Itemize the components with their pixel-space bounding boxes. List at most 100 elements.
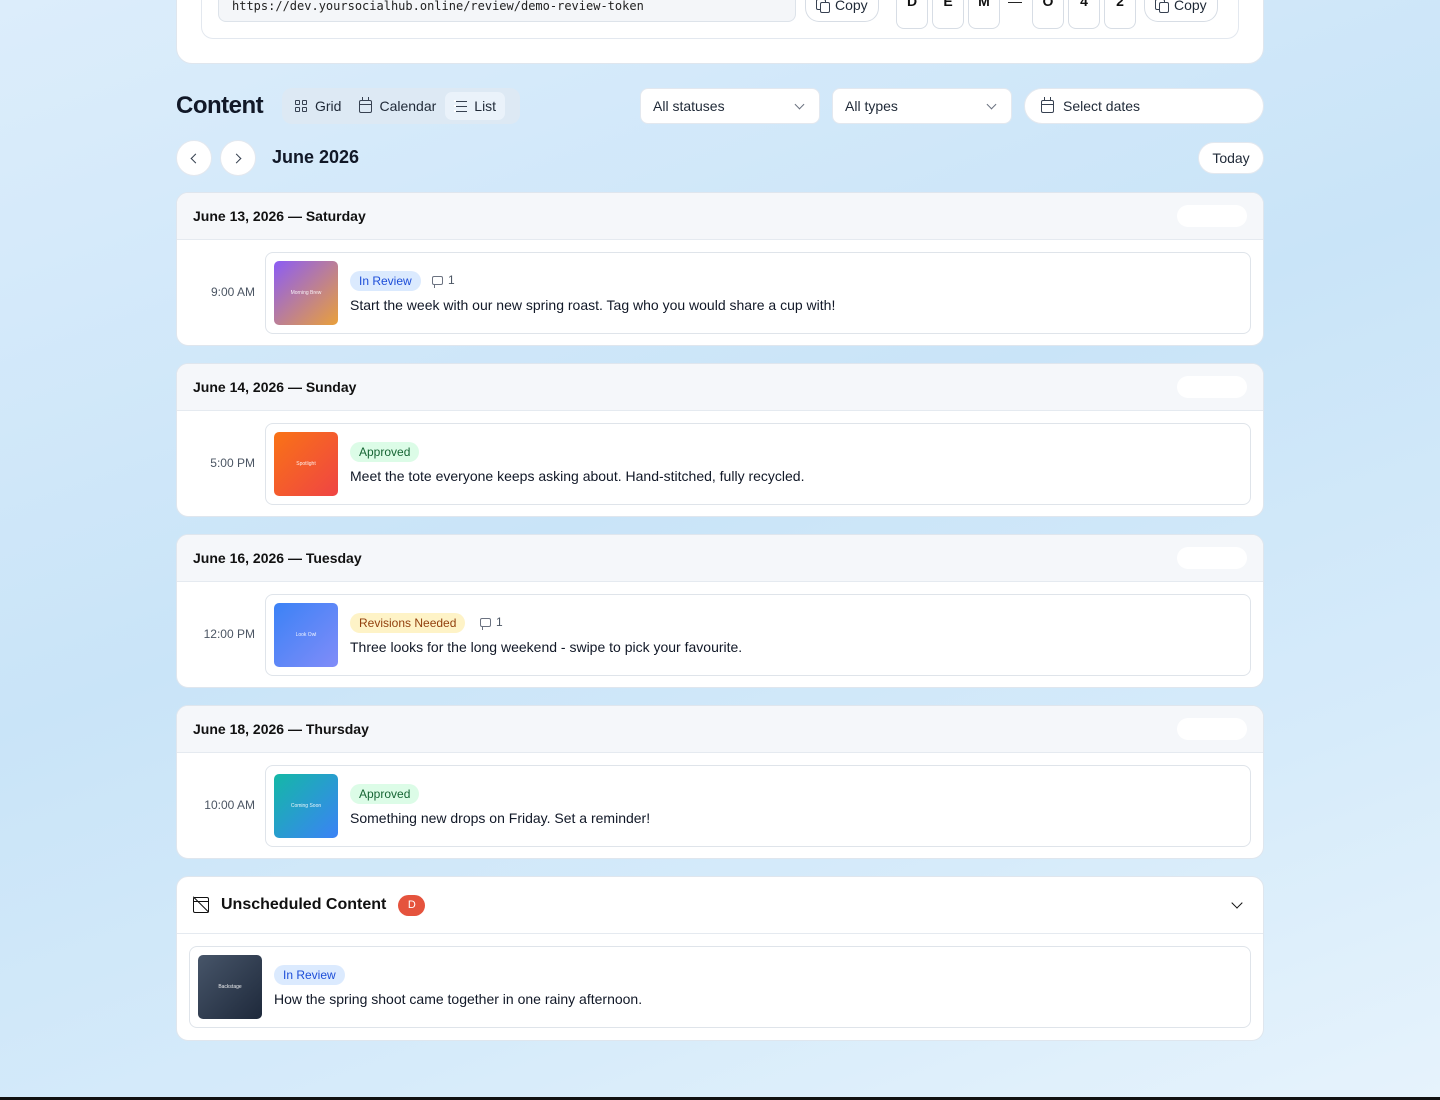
- view-grid-label: Grid: [315, 98, 342, 114]
- post-row: 9:00 AM Morning Brew In Review 1 Start t…: [177, 240, 1263, 345]
- code-char-1: D: [896, 0, 928, 29]
- calendar-off-icon: [193, 897, 209, 913]
- comment-count: 1: [480, 615, 503, 630]
- post-caption: Something new drops on Friday. Set a rem…: [350, 810, 651, 826]
- copy-code-label: Copy: [1174, 0, 1207, 13]
- view-list-button[interactable]: List: [445, 92, 506, 120]
- day-header: June 13, 2026 — Saturday: [177, 193, 1263, 240]
- unscheduled-count-badge: D: [398, 894, 426, 916]
- status-filter-select[interactable]: All statuses: [640, 88, 820, 124]
- day-group: June 14, 2026 — Sunday 5:00 PM Spotlight…: [176, 363, 1264, 517]
- post-row: 12:00 PM Look Owl Revisions Needed 1 Thr…: [177, 582, 1263, 687]
- post-row: 5:00 PM Spotlight Approved Meet the tote…: [177, 411, 1263, 516]
- post-thumbnail: Coming Soon: [274, 774, 338, 838]
- date-range-picker[interactable]: Select dates: [1024, 88, 1264, 124]
- post-caption: Three looks for the long weekend - swipe…: [350, 639, 743, 655]
- comment-icon: [432, 275, 443, 288]
- calendar-icon: [359, 96, 373, 113]
- share-url-field[interactable]: https://dev.yoursocialhub.online/review/…: [218, 0, 796, 22]
- day-title: June 18, 2026 — Thursday: [193, 721, 369, 737]
- thumbnail-label: Look Owl: [295, 632, 317, 638]
- comment-icon: [480, 617, 491, 630]
- thumbnail-label: Morning Brew: [290, 290, 322, 296]
- type-filter-value: All types: [845, 98, 898, 114]
- copy-url-button[interactable]: Copy: [805, 0, 879, 22]
- unscheduled-section: Unscheduled Content D Backstage In Revie…: [176, 876, 1264, 1041]
- post-caption: How the spring shoot came together in on…: [274, 991, 643, 1007]
- post-thumbnail: Spotlight: [274, 432, 338, 496]
- day-header: June 16, 2026 — Tuesday: [177, 535, 1263, 582]
- post-thumbnail: Backstage: [198, 955, 262, 1019]
- chevron-down-icon: [794, 99, 805, 109]
- view-switcher: Grid Calendar List: [282, 88, 520, 124]
- post-card[interactable]: Backstage In Review How the spring shoot…: [189, 946, 1251, 1028]
- grid-icon: [295, 99, 308, 113]
- post-caption: Start the week with our new spring roast…: [350, 297, 836, 313]
- day-summary-pill: [1177, 547, 1247, 569]
- post-card[interactable]: Morning Brew In Review 1 Start the week …: [265, 252, 1251, 334]
- post-card[interactable]: Spotlight Approved Meet the tote everyon…: [265, 423, 1251, 505]
- status-badge: Approved: [350, 442, 420, 462]
- post-row: 10:00 AM Coming Soon Approved Something …: [177, 753, 1263, 858]
- day-summary-pill: [1177, 205, 1247, 227]
- unscheduled-header[interactable]: Unscheduled Content D: [177, 877, 1263, 934]
- code-char-5: 4: [1068, 0, 1100, 29]
- current-month: June 2026: [272, 147, 360, 167]
- comment-count: 1: [432, 273, 455, 288]
- copy-icon: [1155, 0, 1169, 13]
- code-char-3: M: [968, 0, 1000, 29]
- date-range-label: Select dates: [1063, 98, 1141, 114]
- type-filter-select[interactable]: All types: [832, 88, 1012, 124]
- day-group: June 18, 2026 — Thursday 10:00 AM Coming…: [176, 705, 1264, 859]
- thumbnail-label: Coming Soon: [290, 803, 322, 809]
- post-thumbnail: Look Owl: [274, 603, 338, 667]
- today-button[interactable]: Today: [1198, 142, 1264, 174]
- day-summary-pill: [1177, 718, 1247, 740]
- post-time: 5:00 PM: [210, 456, 255, 470]
- day-group: June 13, 2026 — Saturday 9:00 AM Morning…: [176, 192, 1264, 346]
- chevron-right-icon: [231, 153, 242, 163]
- day-title: June 14, 2026 — Sunday: [193, 379, 357, 395]
- post-time: 12:00 PM: [203, 627, 255, 641]
- status-badge: Approved: [350, 784, 420, 804]
- day-header: June 18, 2026 — Thursday: [177, 706, 1263, 753]
- chevron-left-icon: [190, 153, 201, 163]
- post-time: 9:00 AM: [210, 285, 255, 299]
- day-group: June 16, 2026 — Tuesday 12:00 PM Look Ow…: [176, 534, 1264, 688]
- post-thumbnail: Morning Brew: [274, 261, 338, 325]
- view-grid-button[interactable]: Grid: [286, 92, 350, 120]
- day-title: June 13, 2026 — Saturday: [193, 208, 366, 224]
- post-time: 10:00 AM: [204, 798, 255, 812]
- post-caption: Meet the tote everyone keeps asking abou…: [350, 468, 805, 484]
- list-icon: [454, 100, 468, 112]
- day-title: June 16, 2026 — Tuesday: [193, 550, 362, 566]
- prev-month-button[interactable]: [176, 140, 212, 176]
- copy-url-label: Copy: [835, 0, 868, 13]
- page-title: Content: [176, 92, 264, 119]
- copy-icon: [816, 0, 830, 13]
- comment-count-value: 1: [448, 273, 455, 287]
- share-card: https://dev.yoursocialhub.online/review/…: [176, 0, 1264, 64]
- status-badge: In Review: [274, 965, 345, 985]
- chevron-down-icon[interactable]: [1231, 896, 1243, 909]
- share-link-panel: https://dev.yoursocialhub.online/review/…: [201, 0, 1239, 39]
- status-filter-value: All statuses: [653, 98, 725, 114]
- thumbnail-label: Spotlight: [296, 461, 316, 467]
- status-badge: In Review: [350, 271, 421, 291]
- chevron-down-icon: [986, 99, 997, 109]
- code-char-2: E: [932, 0, 964, 29]
- code-char-6: 2: [1104, 0, 1136, 29]
- post-card[interactable]: Coming Soon Approved Something new drops…: [265, 765, 1251, 847]
- post-card[interactable]: Look Owl Revisions Needed 1 Three looks …: [265, 594, 1251, 676]
- copy-code-button[interactable]: Copy: [1144, 0, 1218, 22]
- view-list-label: List: [474, 98, 497, 114]
- status-badge: Revisions Needed: [350, 613, 466, 633]
- comment-count-value: 1: [496, 615, 503, 629]
- view-calendar-button[interactable]: Calendar: [350, 92, 445, 120]
- unscheduled-title: Unscheduled Content: [221, 896, 387, 913]
- day-summary-pill: [1177, 376, 1247, 398]
- next-month-button[interactable]: [220, 140, 256, 176]
- code-char-4: O: [1032, 0, 1064, 29]
- day-header: June 14, 2026 — Sunday: [177, 364, 1263, 411]
- calendar-icon: [1041, 96, 1054, 113]
